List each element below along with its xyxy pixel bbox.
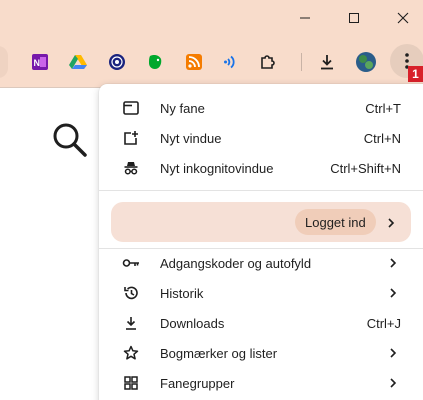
menu-item-new-window[interactable]: Nyt vindue Ctrl+N bbox=[99, 123, 409, 153]
menu-item-incognito-window[interactable]: Nyt inkognitovindue Ctrl+Shift+N bbox=[99, 153, 409, 183]
menu-item-label: Bogmærker og lister bbox=[160, 345, 278, 361]
menu-item-shortcut: Ctrl+Shift+N bbox=[330, 160, 401, 176]
menu-item-bookmarks-lists[interactable]: Bogmærker og lister bbox=[99, 338, 409, 368]
menu-item-label: Downloads bbox=[160, 315, 225, 331]
minimize-button[interactable] bbox=[282, 0, 328, 36]
chevron-right-icon bbox=[387, 257, 399, 269]
menu-item-shortcut: Ctrl+T bbox=[365, 100, 401, 116]
omnibox[interactable] bbox=[0, 46, 8, 78]
google-drive-icon bbox=[69, 55, 87, 69]
menu-item-shortcut: Ctrl+N bbox=[363, 130, 401, 146]
extensions-puzzle-icon bbox=[261, 55, 275, 69]
chevron-right-icon bbox=[387, 347, 399, 359]
toolbar-separator bbox=[301, 53, 302, 71]
search-icon bbox=[53, 123, 87, 157]
incognito-icon bbox=[121, 158, 141, 178]
key-icon bbox=[121, 253, 141, 273]
menu-item-label: Fanegrupper bbox=[160, 375, 235, 391]
chevron-right-icon bbox=[387, 377, 399, 389]
rss-extension-button[interactable] bbox=[182, 50, 206, 74]
close-window-button[interactable] bbox=[380, 0, 423, 36]
google-drive-extension-button[interactable] bbox=[66, 50, 90, 74]
new-window-icon bbox=[121, 128, 141, 148]
new-tab-icon bbox=[121, 98, 141, 118]
menu-item-label: Historik bbox=[160, 285, 204, 301]
evernote-icon bbox=[149, 55, 162, 69]
rss-feed-icon bbox=[186, 54, 202, 70]
menu-item-label: Nyt vindue bbox=[160, 130, 222, 146]
minimize-icon bbox=[300, 17, 310, 19]
extensions-button[interactable] bbox=[256, 50, 280, 74]
menu-item-new-tab[interactable]: Ny fane Ctrl+T bbox=[99, 93, 409, 123]
vpn-shield-icon bbox=[109, 54, 125, 70]
download-icon bbox=[121, 313, 141, 333]
profile-signed-in-row[interactable]: Logget ind bbox=[111, 202, 411, 242]
onenote-extension-button[interactable]: N bbox=[28, 50, 52, 74]
browser-toolbar: N bbox=[0, 36, 423, 88]
menu-item-shortcut: Ctrl+J bbox=[366, 315, 401, 331]
maximize-button[interactable] bbox=[331, 0, 377, 36]
close-icon bbox=[397, 12, 409, 24]
menu-item-downloads[interactable]: Downloads Ctrl+J bbox=[99, 308, 409, 338]
download-icon bbox=[321, 55, 333, 70]
profile-button[interactable] bbox=[354, 50, 378, 74]
menu-divider bbox=[99, 190, 423, 191]
signed-in-status-chip: Logget ind bbox=[295, 209, 376, 235]
read-aloud-icon bbox=[224, 55, 235, 69]
menu-item-label: Adgangskoder og autofyld bbox=[160, 255, 312, 271]
menu-item-label: Nyt inkognitovindue bbox=[160, 160, 274, 176]
profile-avatar-icon bbox=[356, 52, 376, 72]
menu-item-history[interactable]: Historik bbox=[99, 278, 409, 308]
chevron-right-icon bbox=[387, 287, 399, 299]
title-bar bbox=[0, 0, 423, 36]
evernote-extension-button[interactable] bbox=[143, 50, 167, 74]
chevron-right-icon bbox=[385, 216, 397, 234]
history-icon bbox=[121, 283, 141, 303]
tab-groups-icon bbox=[121, 373, 141, 393]
star-icon bbox=[121, 343, 141, 363]
downloads-button[interactable] bbox=[315, 50, 339, 74]
maximize-icon bbox=[349, 13, 359, 23]
onenote-icon: N bbox=[32, 54, 48, 70]
read-aloud-extension-button[interactable] bbox=[219, 50, 243, 74]
chrome-main-menu: Ny fane Ctrl+T Nyt vindue Ctrl+N Nyt ink… bbox=[99, 84, 423, 400]
menu-item-label: Ny fane bbox=[160, 100, 205, 116]
svg-text:N: N bbox=[34, 58, 41, 68]
vpn-extension-button[interactable] bbox=[105, 50, 129, 74]
menu-item-passwords-autofill[interactable]: Adgangskoder og autofyld bbox=[99, 248, 409, 278]
menu-callout-badge: 1 bbox=[408, 66, 423, 82]
menu-item-tab-groups[interactable]: Fanegrupper bbox=[99, 368, 409, 398]
